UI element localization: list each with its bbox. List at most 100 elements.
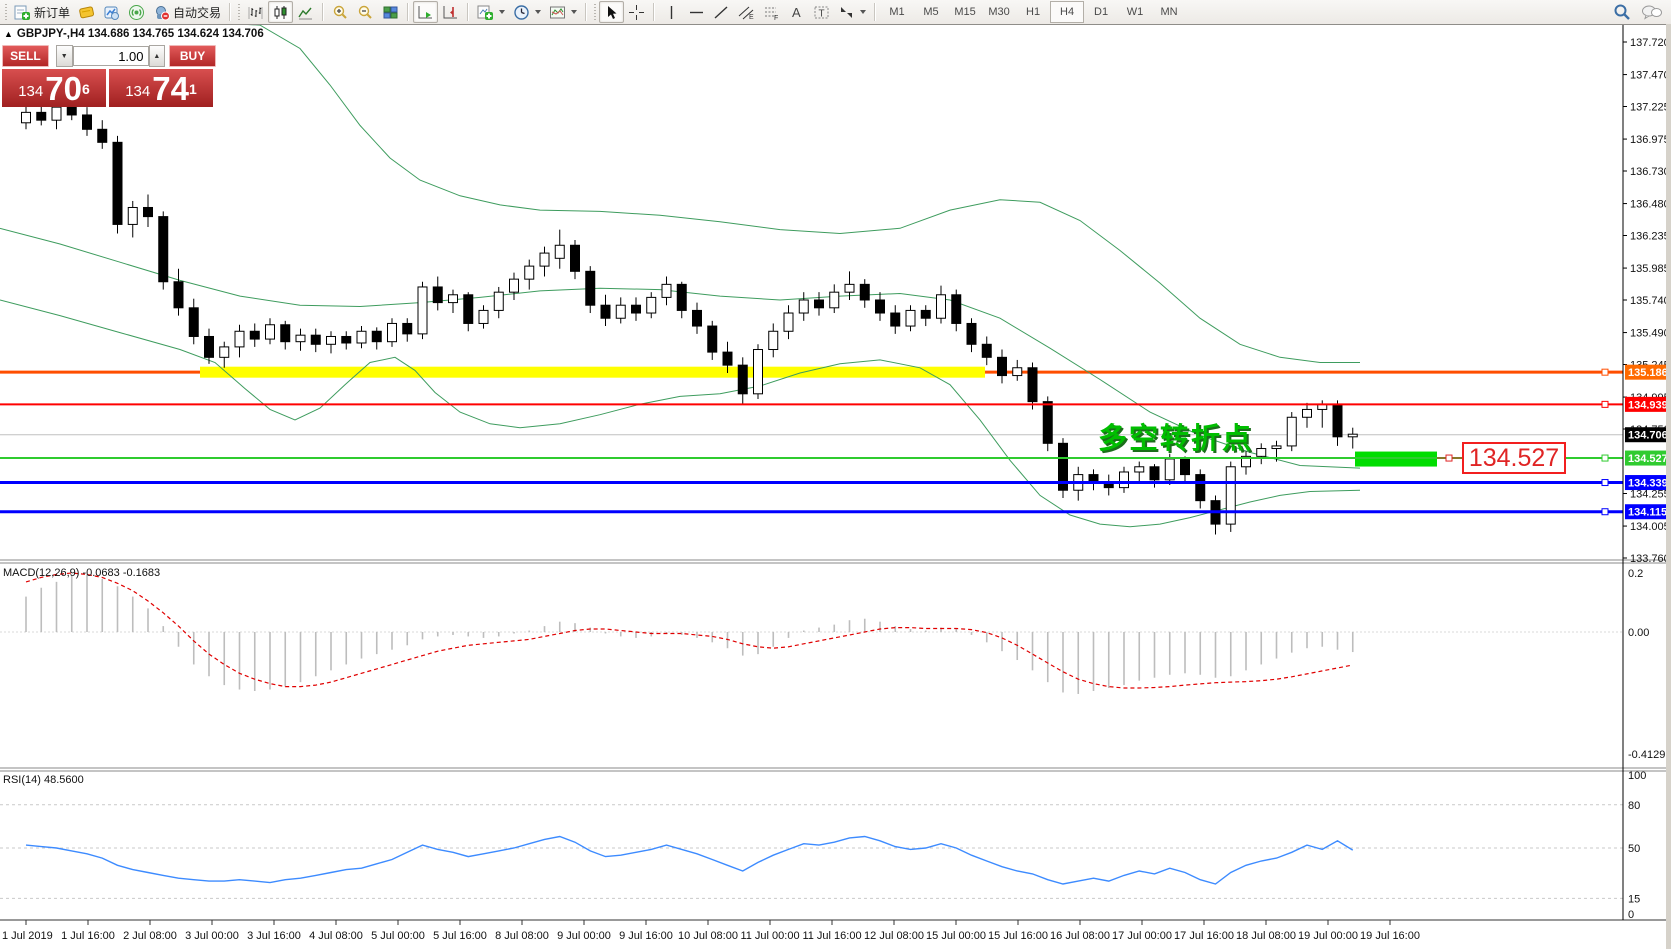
chat-icon[interactable] — [1641, 3, 1663, 21]
macd-layer — [0, 572, 1623, 694]
toolbar-drag-handle[interactable] — [237, 4, 242, 20]
svg-text:100: 100 — [1628, 770, 1646, 782]
pane-separators[interactable] — [0, 24, 1666, 921]
svg-text:134.527: 134.527 — [1628, 453, 1668, 465]
arrows-button[interactable] — [834, 1, 870, 23]
buy-button[interactable]: BUY — [169, 45, 216, 67]
svg-text:F: F — [774, 15, 778, 21]
vertical-line-icon — [670, 5, 673, 19]
toolbar-group-profiles — [471, 0, 583, 24]
zoom-in-button[interactable] — [328, 1, 353, 23]
signals-button[interactable] — [124, 1, 149, 23]
signals-icon — [129, 4, 145, 20]
one-click-collapse-icon[interactable]: ▲ — [4, 29, 13, 39]
volume-up-button[interactable]: ▲ — [148, 45, 166, 67]
svg-text:-0.4129: -0.4129 — [1628, 749, 1665, 761]
svg-text:19 Jul 00:00: 19 Jul 00:00 — [1298, 930, 1358, 942]
timeframe-button-m15[interactable]: M15 — [948, 1, 982, 23]
timeframe-button-m30[interactable]: M30 — [982, 1, 1016, 23]
svg-text:134.115: 134.115 — [1628, 507, 1667, 519]
timeframe-button-m1[interactable]: M1 — [880, 1, 914, 23]
timeframe-button-mn[interactable]: MN — [1152, 1, 1186, 23]
price-annotation-box[interactable]: 134.527 — [1462, 442, 1566, 474]
channel-button[interactable]: E — [734, 1, 759, 23]
toolbar-drag-handle[interactable] — [593, 4, 598, 20]
svg-text:5 Jul 16:00: 5 Jul 16:00 — [433, 930, 487, 942]
time-axis[interactable]: 1 Jul 2019 1 Jul 16:00 2 Jul 08:00 3 Jul 00… — [2, 920, 1420, 942]
chevron-down-icon — [571, 10, 578, 14]
timeframe-button-m5[interactable]: M5 — [914, 1, 948, 23]
autoscroll-button[interactable] — [413, 1, 439, 23]
main-pane-back-layer — [0, 366, 1623, 436]
new-chart-icon — [477, 5, 494, 20]
svg-text:15 Jul 16:00: 15 Jul 16:00 — [988, 930, 1048, 942]
svg-text:E: E — [749, 14, 754, 21]
svg-text:135.985: 135.985 — [1630, 263, 1670, 275]
templates-button[interactable] — [545, 1, 581, 23]
rsi-layer — [0, 804, 1623, 899]
buy-price-display[interactable]: 134 74 1 — [109, 69, 213, 107]
chart-shift-button[interactable] — [438, 1, 463, 23]
sell-price-display[interactable]: 134 70 6 — [2, 69, 106, 107]
auto-trading-button[interactable]: 自动交易 — [149, 1, 225, 23]
chart-canvas[interactable]: 137.720 137.470 137.225 136.975 136.730 136.4… — [0, 0, 1671, 949]
trendline-button[interactable] — [709, 1, 734, 23]
toolbar-separator — [585, 3, 588, 21]
fibonacci-button[interactable]: F — [759, 1, 784, 23]
address-book-button[interactable] — [74, 1, 99, 23]
pivot-annotation-text[interactable]: 多空转折点 — [1098, 415, 1253, 457]
timeframe-button-w1[interactable]: W1 — [1118, 1, 1152, 23]
line-chart-button[interactable] — [293, 1, 318, 23]
candle-chart-button[interactable] — [268, 1, 294, 23]
timeframe-button-h1[interactable]: H1 — [1016, 1, 1050, 23]
line-chart-icon — [298, 7, 313, 19]
svg-text:3 Jul 16:00: 3 Jul 16:00 — [247, 930, 301, 942]
volume-input[interactable] — [72, 46, 149, 66]
svg-text:8 Jul 08:00: 8 Jul 08:00 — [495, 930, 549, 942]
timeframe-button-d1[interactable]: D1 — [1084, 1, 1118, 23]
volume-down-button[interactable]: ▼ — [55, 45, 73, 67]
toolbar-separator — [653, 3, 656, 21]
auto-trading-icon — [156, 5, 171, 20]
text-button[interactable]: A — [784, 1, 809, 23]
new-chart-button[interactable] — [473, 1, 509, 23]
toolbar-right-group — [1613, 0, 1663, 24]
svg-text:137.720: 137.720 — [1630, 37, 1670, 49]
community-button[interactable] — [99, 1, 124, 23]
sell-button[interactable]: SELL — [2, 45, 49, 67]
toolbar-group-trade: 新订单 自动交易 — [0, 0, 227, 24]
svg-text:134.005: 134.005 — [1630, 521, 1670, 533]
timeframe-button-h4[interactable]: H4 — [1050, 1, 1085, 23]
toolbar-drag-handle[interactable] — [4, 4, 8, 20]
vertical-line-button[interactable] — [659, 1, 684, 23]
svg-text:15 Jul 00:00: 15 Jul 00:00 — [926, 930, 986, 942]
crosshair-button[interactable] — [624, 1, 649, 23]
svg-text:1 Jul 16:00: 1 Jul 16:00 — [61, 930, 115, 942]
svg-text:136.480: 136.480 — [1630, 199, 1670, 211]
new-order-button[interactable]: 新订单 — [10, 1, 74, 23]
trendline-icon — [714, 5, 728, 19]
search-icon[interactable] — [1613, 3, 1631, 21]
symbol-info-line: ▲ GBPJPY-,H4 134.686 134.765 134.624 134… — [4, 28, 264, 40]
svg-text:15: 15 — [1628, 893, 1640, 905]
tile-windows-button[interactable] — [378, 1, 403, 23]
horizontal-line-button[interactable] — [684, 1, 709, 23]
arrow-styles-icon — [841, 6, 853, 18]
zoom-out-button[interactable] — [353, 1, 378, 23]
periods-button[interactable] — [509, 1, 545, 23]
buy-price-pips: 74 — [152, 70, 189, 107]
chevron-down-icon — [499, 10, 506, 14]
text-label-button[interactable]: T — [809, 1, 834, 23]
toolbar-group-zoom — [326, 0, 405, 24]
bar-chart-button[interactable] — [243, 1, 268, 23]
bar-chart-icon — [248, 6, 263, 19]
svg-text:1 Jul 2019: 1 Jul 2019 — [2, 930, 53, 942]
level-lines-layer[interactable] — [0, 368, 1623, 516]
chevron-down-icon — [535, 10, 542, 14]
chevron-down-icon — [860, 10, 867, 14]
cursor-button[interactable] — [599, 1, 625, 23]
svg-text:134.339: 134.339 — [1628, 478, 1668, 490]
new-order-label: 新订单 — [34, 5, 71, 20]
clock-icon — [514, 4, 529, 20]
svg-text:135.490: 135.490 — [1630, 328, 1670, 340]
